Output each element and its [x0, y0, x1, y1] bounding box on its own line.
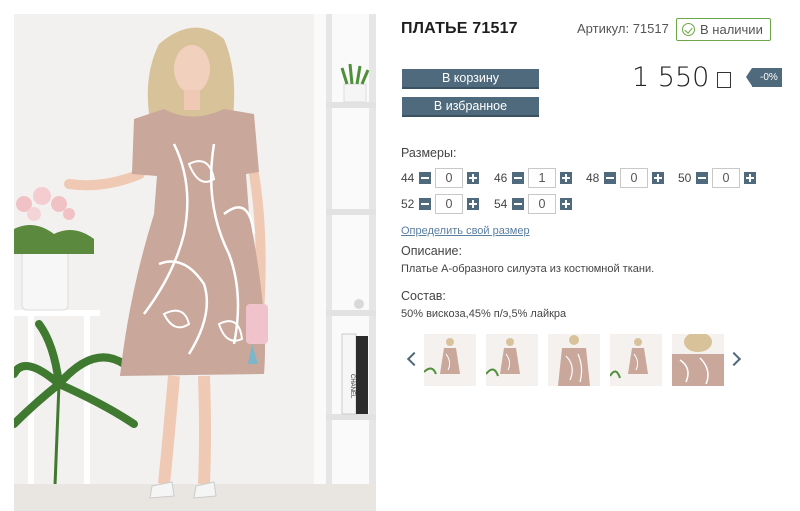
- gallery-thumbnail-3[interactable]: [548, 334, 600, 386]
- minus-icon[interactable]: [512, 172, 524, 184]
- minus-icon[interactable]: [419, 172, 431, 184]
- minus-icon[interactable]: [604, 172, 616, 184]
- chevron-right-icon[interactable]: [729, 350, 741, 368]
- currency-icon: [717, 71, 732, 88]
- discount-badge: -0%: [746, 68, 782, 87]
- product-title: ПЛАТЬЕ 71517: [401, 20, 518, 37]
- chevron-left-icon[interactable]: [406, 350, 418, 368]
- quantity-input[interactable]: 0: [528, 194, 556, 214]
- find-size-link[interactable]: Определить свой размер: [401, 225, 530, 237]
- quantity-input[interactable]: 0: [435, 194, 463, 214]
- gallery-thumbnail-5[interactable]: [672, 334, 724, 386]
- size-row-52: 52 0: [401, 194, 479, 214]
- plus-icon[interactable]: [467, 198, 479, 210]
- gallery-thumbnail-2[interactable]: [486, 334, 538, 386]
- minus-icon[interactable]: [696, 172, 708, 184]
- main-product-photo[interactable]: CHANEL: [14, 14, 376, 511]
- size-value: 44: [401, 171, 415, 185]
- plus-icon[interactable]: [467, 172, 479, 184]
- size-row-54: 54 0: [494, 194, 572, 214]
- size-row-46: 46 1: [494, 168, 572, 188]
- description-label: Описание:: [401, 244, 462, 258]
- composition-text: 50% вискоза,45% п/э,5% лайкра: [401, 308, 567, 320]
- size-value: 48: [586, 171, 600, 185]
- gallery-thumbnail-4[interactable]: [610, 334, 662, 386]
- size-value: 50: [678, 171, 692, 185]
- sizes-label: Размеры:: [401, 146, 457, 160]
- product-price: 1 550: [632, 62, 732, 93]
- price-value: 1 550: [632, 62, 710, 93]
- plus-icon[interactable]: [652, 172, 664, 184]
- add-to-cart-button[interactable]: В корзину: [402, 69, 539, 89]
- book-spine-text: CHANEL: [349, 374, 355, 399]
- composition-label: Состав:: [401, 289, 446, 303]
- quantity-input[interactable]: 0: [620, 168, 648, 188]
- minus-icon[interactable]: [419, 198, 431, 210]
- plus-icon[interactable]: [560, 198, 572, 210]
- minus-icon[interactable]: [512, 198, 524, 210]
- quantity-input[interactable]: 0: [435, 168, 463, 188]
- quantity-input[interactable]: 0: [712, 168, 740, 188]
- size-row-50: 50 0: [678, 168, 756, 188]
- plus-icon[interactable]: [560, 172, 572, 184]
- plus-icon[interactable]: [744, 172, 756, 184]
- size-row-44: 44 0: [401, 168, 479, 188]
- quantity-input[interactable]: 1: [528, 168, 556, 188]
- gallery-thumbnail-1[interactable]: [424, 334, 476, 386]
- add-to-favorites-button[interactable]: В избранное: [402, 97, 539, 117]
- description-text: Платье А-образного силуэта из костюмной …: [401, 263, 655, 275]
- product-sku: Артикул: 71517: [577, 21, 669, 36]
- size-value: 52: [401, 197, 415, 211]
- stock-badge: В наличии: [676, 18, 771, 41]
- size-value: 54: [494, 197, 508, 211]
- stock-label: В наличии: [700, 22, 763, 37]
- size-row-48: 48 0: [586, 168, 664, 188]
- check-circle-icon: [682, 23, 695, 36]
- size-value: 46: [494, 171, 508, 185]
